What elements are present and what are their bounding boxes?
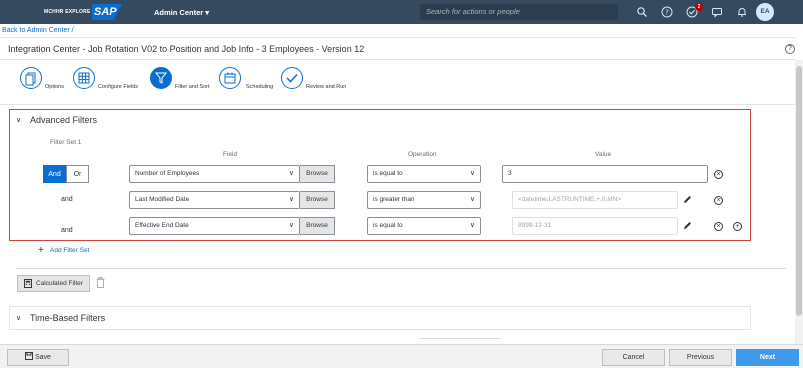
remove-row-icon[interactable]: × <box>714 222 723 231</box>
operation-select-value: is equal to <box>373 222 403 229</box>
chevron-down-icon[interactable]: ∨ <box>16 116 21 124</box>
wizard-step-scheduling[interactable] <box>219 67 241 89</box>
operation-select[interactable]: is equal to ∨ <box>367 217 481 235</box>
feedback-icon[interactable] <box>711 6 723 18</box>
chevron-down-icon: ▾ <box>205 8 210 17</box>
divider <box>0 104 795 105</box>
chevron-down-icon: ∨ <box>469 222 475 229</box>
step-label-filter-and-sort: Filter and Sort <box>175 84 210 90</box>
cancel-button[interactable]: Cancel <box>602 349 665 366</box>
operation-select-value: is equal to <box>373 170 403 177</box>
calculated-filter-button[interactable]: Calculated Filter <box>17 275 90 292</box>
wizard: Options Configure Fields Filter and Sort… <box>0 60 795 104</box>
step-label-configure-fields: Configure Fields <box>98 84 139 90</box>
value-input[interactable]: 9999-12-31 <box>512 217 678 235</box>
column-header-value: Value <box>595 151 612 158</box>
filter-set-label: Filter Set 1 <box>50 139 82 146</box>
back-link-label: Back to Admin Center <box>2 27 70 34</box>
grid-icon <box>78 72 90 84</box>
divider <box>0 37 795 38</box>
field-select[interactable]: Number of Employees ∨ <box>129 165 300 183</box>
checkmark-icon <box>286 73 298 83</box>
remove-row-icon[interactable]: × <box>714 170 723 179</box>
search-icon[interactable] <box>636 6 648 18</box>
page-title: Integration Center - Job Rotation V02 to… <box>8 44 365 54</box>
step-label-options: Options <box>45 84 64 90</box>
save-icon <box>25 352 35 361</box>
bell-icon[interactable] <box>736 6 748 18</box>
wizard-step-review-and-run[interactable] <box>281 67 303 89</box>
operation-select-value: is greater than <box>373 196 415 203</box>
value-input[interactable]: <datetime,LASTRUNTIME,+,0,MN> <box>512 191 678 209</box>
browse-button[interactable]: Browse <box>300 165 335 183</box>
column-header-field: Field <box>223 151 238 158</box>
calendar-icon <box>224 72 236 84</box>
calculated-filter-label: Calculated Filter <box>36 280 83 287</box>
plus-icon: + <box>38 245 44 256</box>
wizard-step-filter-and-sort[interactable] <box>150 67 172 89</box>
browse-button[interactable]: Browse <box>300 191 335 209</box>
column-header-operation: Operation <box>408 151 437 158</box>
filter-icon <box>154 72 168 84</box>
operation-select[interactable]: is equal to ∨ <box>367 165 481 183</box>
chevron-down-icon: ∨ <box>469 196 475 203</box>
wizard-step-options[interactable] <box>20 67 42 89</box>
chevron-down-icon: ∨ <box>469 170 475 177</box>
browse-button[interactable]: Browse <box>300 217 335 235</box>
time-based-filters-title: Time-Based Filters <box>30 313 106 323</box>
next-button[interactable]: Next <box>736 349 799 366</box>
conjunction-label: and <box>61 227 73 234</box>
scrollbar[interactable] <box>795 60 803 344</box>
field-select-value: Effective End Date <box>135 222 189 229</box>
chevron-down-icon: ∨ <box>288 222 294 229</box>
notification-badge: 2 <box>695 3 703 11</box>
chevron-down-icon: ∨ <box>288 170 294 177</box>
module-switcher[interactable]: Admin Center ▾ <box>154 8 209 17</box>
field-select-value: Last Modified Date <box>135 196 190 203</box>
and-toggle[interactable]: And <box>43 165 66 183</box>
edit-pencil-icon[interactable] <box>682 221 692 231</box>
time-based-filters-panel <box>9 306 751 330</box>
field-select[interactable]: Last Modified Date ∨ <box>129 191 300 209</box>
document-icon <box>25 72 36 86</box>
field-select[interactable]: Effective End Date ∨ <box>129 217 300 235</box>
divider <box>16 268 786 269</box>
shell-bar: MCHHR EXPLORE SAP Admin Center ▾ Search … <box>0 0 803 24</box>
operation-select[interactable]: is greater than ∨ <box>367 191 481 209</box>
field-select-value: Number of Employees <box>135 170 200 177</box>
divider <box>420 338 500 339</box>
chevron-down-icon[interactable]: ∨ <box>16 314 21 322</box>
help-icon[interactable]: ? <box>661 6 673 18</box>
breadcrumb-separator: / <box>71 27 74 34</box>
conjunction-label: and <box>61 196 73 203</box>
scrollbar-thumb[interactable] <box>796 66 802 316</box>
company-brand: MCHHR EXPLORE <box>44 9 91 15</box>
previous-button[interactable]: Previous <box>669 349 732 366</box>
help-icon[interactable]: ? <box>785 44 795 54</box>
module-label: Admin Center <box>154 8 204 17</box>
wizard-step-configure-fields[interactable] <box>73 67 95 89</box>
save-label: Save <box>34 354 51 361</box>
or-toggle[interactable]: Or <box>66 165 89 183</box>
remove-row-icon[interactable]: × <box>714 196 723 205</box>
chevron-down-icon: ∨ <box>288 196 294 203</box>
advanced-filters-title: Advanced Filters <box>30 115 98 125</box>
value-input[interactable]: 3 <box>502 165 708 183</box>
step-label-review-and-run: Review and Run <box>306 84 347 90</box>
calculator-icon <box>24 279 32 294</box>
back-to-admin-center-link[interactable]: Back to Admin Center / <box>2 27 74 34</box>
svg-text:?: ? <box>665 9 669 17</box>
sap-logo-text: SAP <box>94 6 117 18</box>
trash-icon[interactable] <box>96 277 105 288</box>
add-filter-set-link[interactable]: Add Filter Set <box>50 247 89 254</box>
step-label-scheduling: Scheduling <box>246 84 274 90</box>
edit-pencil-icon[interactable] <box>682 195 692 205</box>
avatar[interactable]: EA <box>756 3 774 21</box>
search-input[interactable]: Search for actions or people <box>420 4 618 20</box>
save-button[interactable]: Save <box>7 349 69 366</box>
add-row-icon[interactable]: + <box>733 222 742 231</box>
